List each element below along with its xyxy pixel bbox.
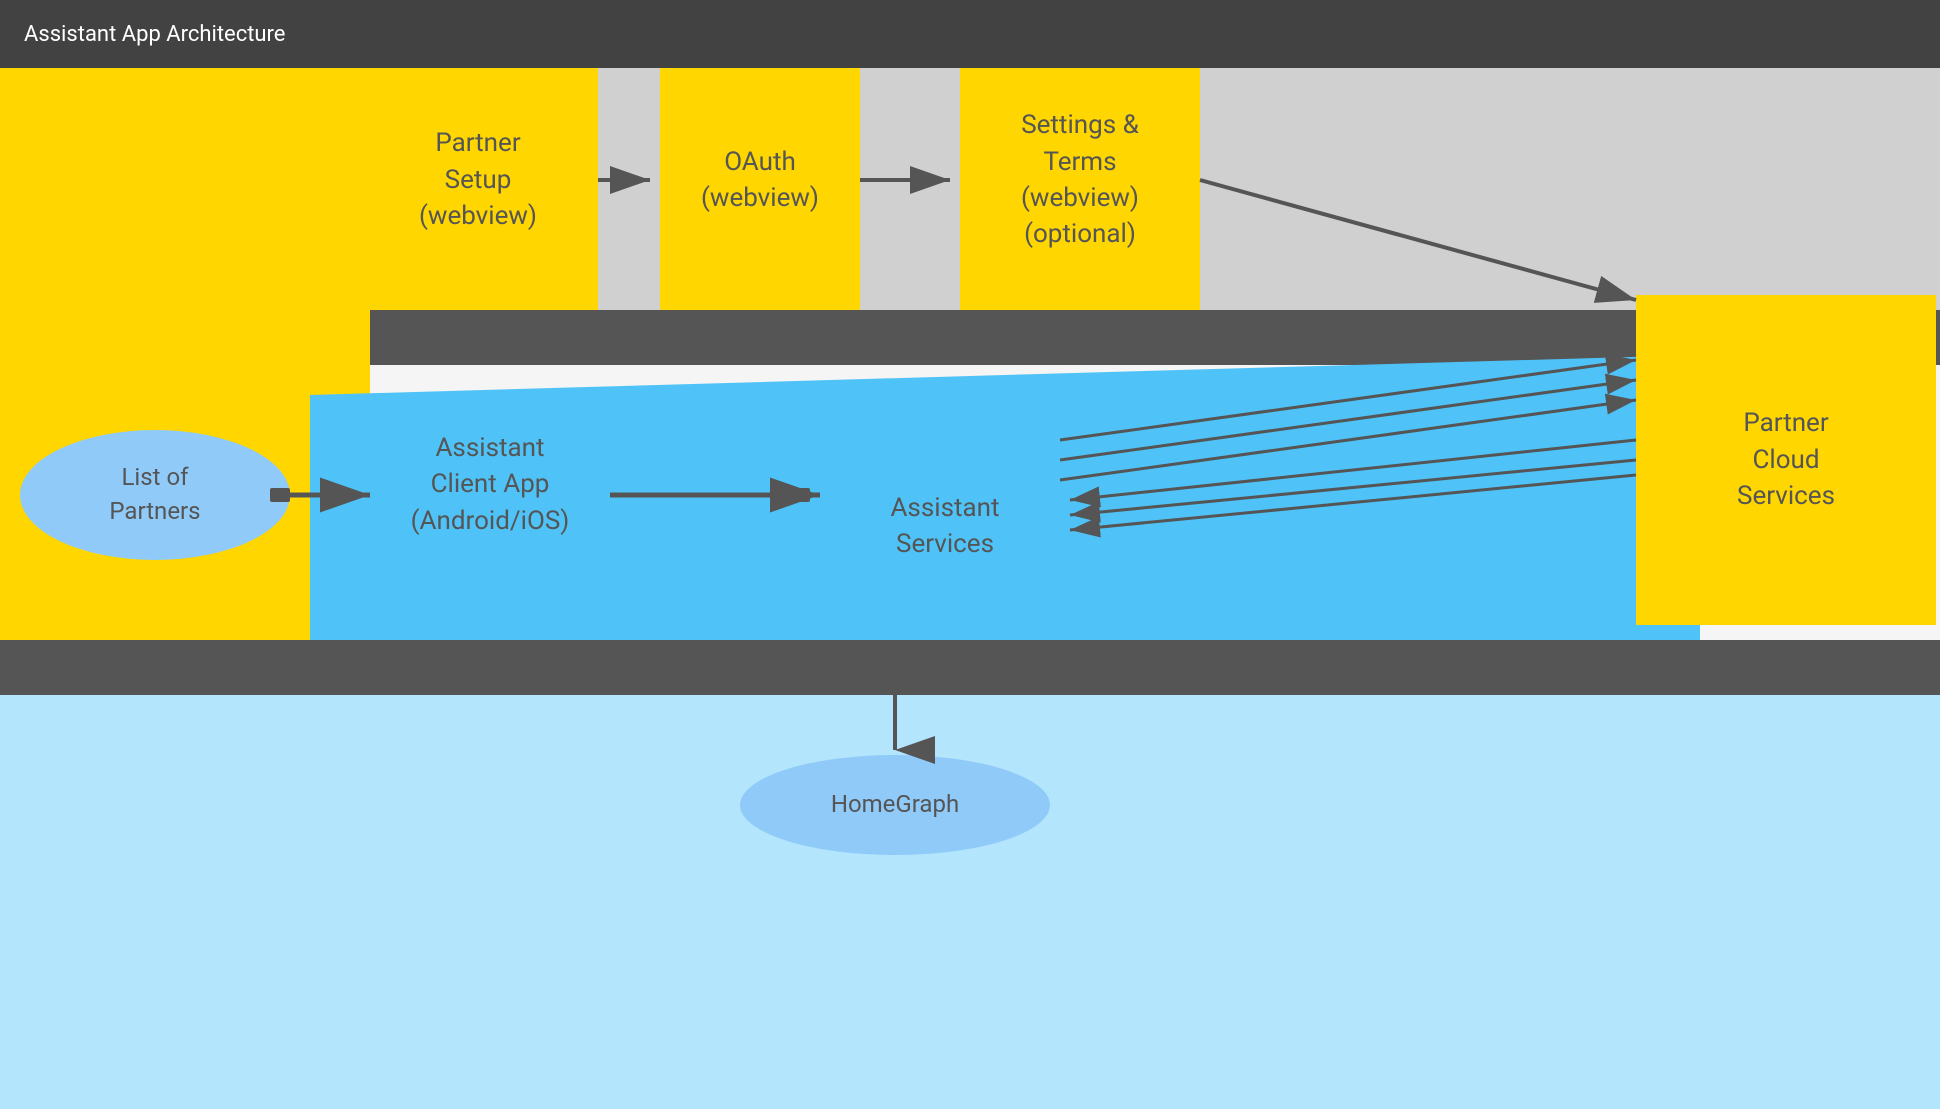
oauth-box: OAuth(webview) bbox=[660, 50, 860, 310]
app-bar-title: Assistant App Architecture bbox=[24, 22, 285, 47]
dark-band-bottom bbox=[0, 640, 1940, 695]
list-of-partners-ellipse: List ofPartners bbox=[20, 430, 290, 560]
homegraph-ellipse: HomeGraph bbox=[740, 755, 1050, 855]
assistant-services-label: AssistantServices bbox=[830, 490, 1060, 563]
partner-setup-label: PartnerSetup(webview) bbox=[419, 125, 537, 234]
assistant-client-label: AssistantClient App(Android/iOS) bbox=[380, 430, 600, 539]
settings-terms-label: Settings &Terms(webview)(optional) bbox=[1021, 107, 1139, 253]
partner-cloud-box: PartnerCloudServices bbox=[1636, 295, 1936, 625]
homegraph-label: HomeGraph bbox=[831, 788, 959, 822]
settings-terms-box: Settings &Terms(webview)(optional) bbox=[960, 50, 1200, 310]
oauth-label: OAuth(webview) bbox=[701, 144, 819, 217]
partner-setup-box: PartnerSetup(webview) bbox=[358, 50, 598, 310]
partner-cloud-label: PartnerCloudServices bbox=[1737, 405, 1835, 514]
top-app-bar: Assistant App Architecture bbox=[0, 0, 1940, 68]
list-of-partners-label: List ofPartners bbox=[109, 461, 200, 528]
light-blue-bottom bbox=[0, 695, 1940, 1109]
